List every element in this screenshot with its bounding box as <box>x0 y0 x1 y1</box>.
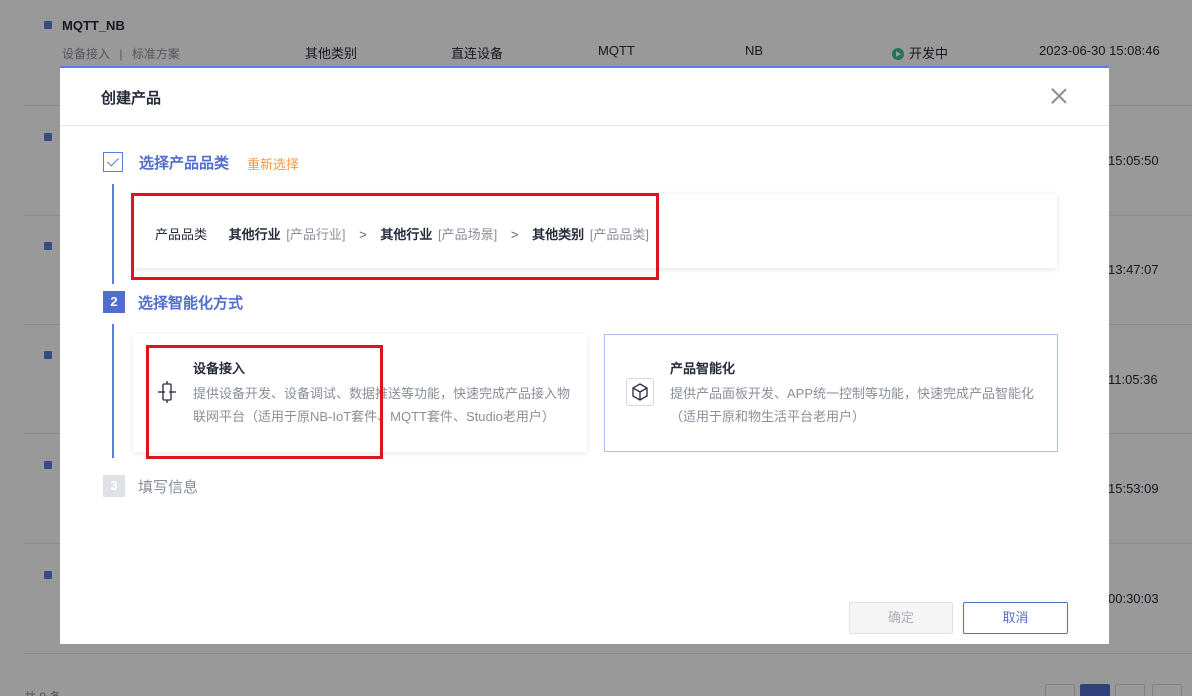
step3-title: 填写信息 <box>138 476 198 497</box>
option-product-smart[interactable]: 产品智能化 提供产品面板开发、APP统一控制等功能，快速完成产品智能化 （适用于… <box>604 334 1058 452</box>
dialog-header: 创建产品 <box>60 68 1109 126</box>
step2-number-badge: 2 <box>103 291 125 313</box>
close-icon[interactable] <box>1049 86 1069 106</box>
industry-value: 其他行业 <box>229 227 281 242</box>
category-label: 产品品类 <box>155 227 207 242</box>
dialog-title: 创建产品 <box>101 87 161 108</box>
confirm-button[interactable]: 确定 <box>849 602 953 634</box>
path-separator: > <box>359 227 367 242</box>
category-hint: [产品品类] <box>590 227 649 242</box>
option-title: 设备接入 <box>193 358 245 377</box>
reselect-link[interactable]: 重新选择 <box>247 154 299 173</box>
step2-connector <box>112 324 114 458</box>
cancel-button[interactable]: 取消 <box>963 602 1068 634</box>
device-access-icon <box>153 378 181 406</box>
scene-hint: [产品场景] <box>438 227 497 242</box>
category-path: 产品品类 其他行业 [产品行业] > 其他行业 [产品场景] > 其他类别 [产… <box>155 224 649 243</box>
create-product-dialog: 创建产品 选择产品品类 重新选择 产品品类 其他行业 [产品行业] > 其他行业… <box>60 66 1109 644</box>
scene-value: 其他行业 <box>380 227 432 242</box>
step1-title: 选择产品品类 <box>139 152 229 173</box>
step3-number-badge: 3 <box>103 475 125 497</box>
category-summary-card: 产品品类 其他行业 [产品行业] > 其他行业 [产品场景] > 其他类别 [产… <box>133 194 1057 268</box>
option-title: 产品智能化 <box>670 358 735 377</box>
path-separator: > <box>511 227 519 242</box>
step2-title: 选择智能化方式 <box>138 292 243 313</box>
option-description: 提供产品面板开发、APP统一控制等功能，快速完成产品智能化 （适用于原和物生活平… <box>670 382 1034 428</box>
option-device-access[interactable]: 设备接入 提供设备开发、设备调试、数据推送等功能，快速完成产品接入物 联网平台（… <box>133 334 587 452</box>
step1-check-icon <box>103 152 123 172</box>
cube-icon <box>626 378 654 406</box>
option-description: 提供设备开发、设备调试、数据推送等功能，快速完成产品接入物 联网平台（适用于原N… <box>193 382 570 428</box>
category-value: 其他类别 <box>532 227 584 242</box>
industry-hint: [产品行业] <box>286 227 345 242</box>
step1-connector <box>112 184 114 284</box>
